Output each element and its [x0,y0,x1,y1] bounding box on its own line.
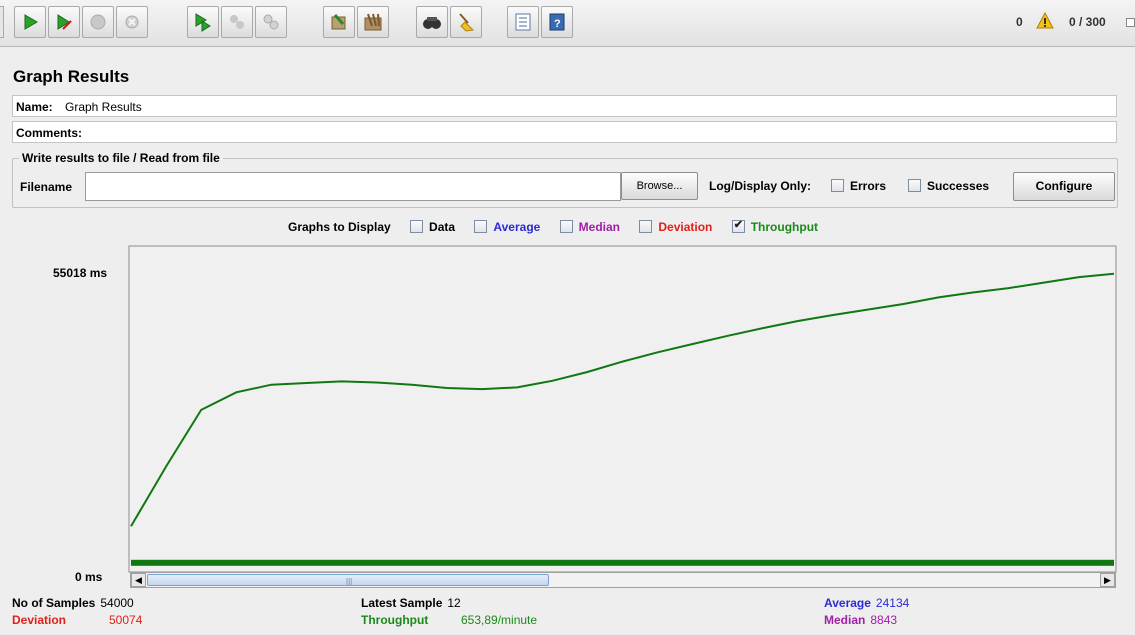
stat-median: Median 8843 [824,613,897,627]
graph-chart: 55018 ms 0 ms [53,245,1117,584]
throughput-label: Throughput [361,613,429,627]
y-axis-max-label: 55018 ms [53,266,107,280]
scroll-right-arrow-icon[interactable]: ▶ [1100,573,1115,587]
deviation-label: Deviation [12,613,67,627]
baseline-band [131,559,1114,566]
y-axis-min-label: 0 ms [75,570,103,584]
samples-label: No of Samples [12,596,96,610]
stat-deviation: Deviation 50074 [12,613,142,627]
latest-sample-value: 12 [447,596,461,610]
stat-throughput: Throughput 653,89/minute [361,613,537,627]
average-label: Average [824,596,871,610]
stat-samples: No of Samples 54000 [12,596,134,610]
deviation-value: 50074 [109,613,143,627]
plot-area [128,245,1117,573]
scroll-grip-icon: ||| [346,577,353,586]
stat-latest-sample: Latest Sample 12 [361,596,461,610]
median-value: 8843 [870,613,898,627]
stat-average: Average 24134 [824,596,909,610]
throughput-value: 653,89/minute [461,613,538,627]
horizontal-scrollbar[interactable]: ◀ ||| ▶ [130,572,1116,588]
latest-sample-label: Latest Sample [361,596,443,610]
scroll-thumb[interactable]: ||| [147,574,549,586]
scroll-left-arrow-icon[interactable]: ◀ [131,573,146,587]
average-value: 24134 [875,596,910,610]
median-label: Median [824,613,866,627]
samples-value: 54000 [100,596,134,610]
